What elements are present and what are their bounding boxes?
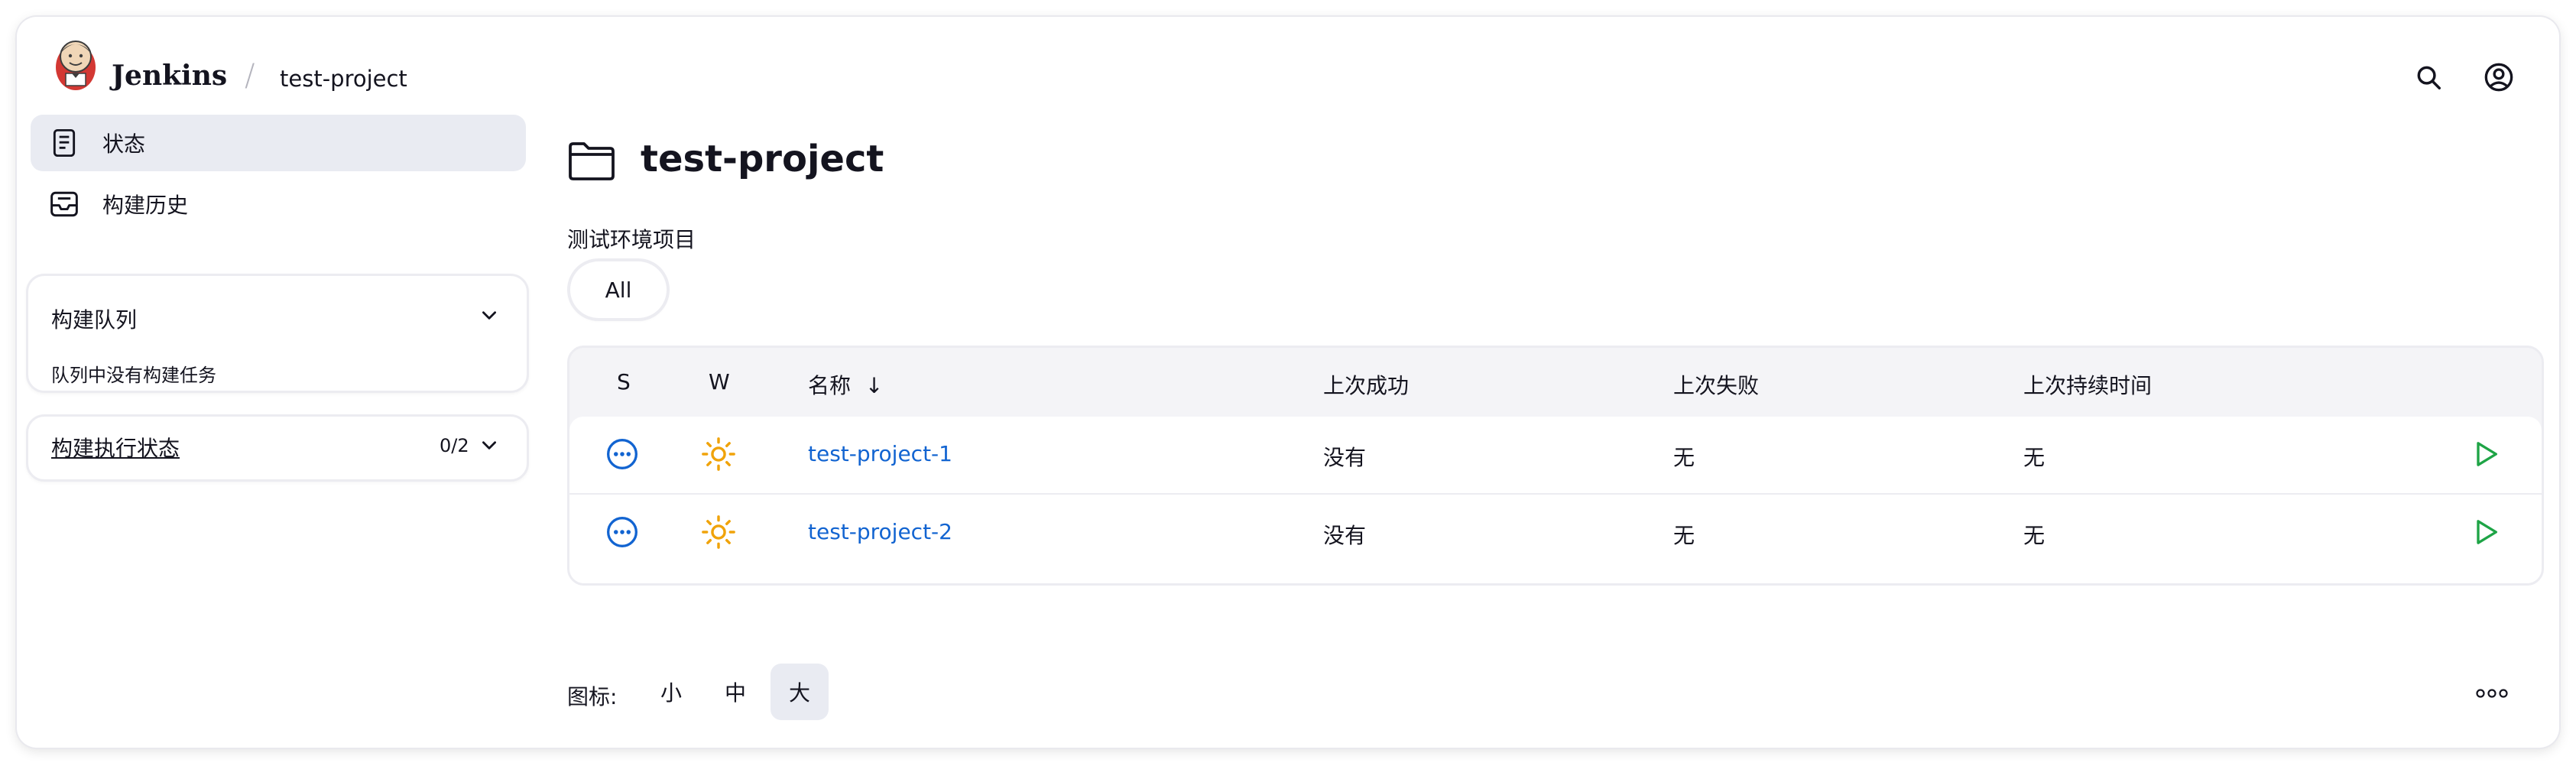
icon-size-large-button[interactable]: 大 <box>771 664 829 720</box>
table-row: test-project-1 没有 无 无 <box>569 417 2542 493</box>
play-icon <box>2477 442 2497 466</box>
build-queue-toggle[interactable] <box>476 302 502 328</box>
last-duration: 无 <box>2023 445 2046 470</box>
executors-title-link[interactable]: 构建执行状态 <box>51 432 180 463</box>
icon-size-label: 图标: <box>567 684 618 709</box>
tab-all[interactable]: All <box>570 261 667 318</box>
build-queue-title: 构建队列 <box>51 307 138 333</box>
last-success: 没有 <box>1323 445 1367 470</box>
last-failure: 无 <box>1673 523 1695 548</box>
not-built-icon[interactable] <box>603 513 641 551</box>
jenkins-window: Jenkins / test-project 状态 构建历史 构建队列 队列中没… <box>17 17 2559 748</box>
search-button[interactable] <box>2409 58 2448 96</box>
build-now-button[interactable] <box>2467 435 2505 473</box>
last-success: 没有 <box>1323 523 1367 548</box>
jenkins-logo-icon[interactable] <box>49 34 102 92</box>
breadcrumb-project[interactable]: test-project <box>280 66 407 92</box>
not-built-icon[interactable] <box>603 435 641 473</box>
executors-count: 0/2 <box>440 435 469 456</box>
executors-toggle[interactable] <box>476 432 502 458</box>
job-link[interactable]: test-project-1 <box>808 441 952 466</box>
user-circle-icon <box>2484 63 2513 92</box>
search-icon <box>2417 66 2441 89</box>
brand-name[interactable]: Jenkins <box>112 60 227 92</box>
build-queue-card: 构建队列 队列中没有构建任务 <box>26 274 529 393</box>
build-queue-empty-text: 队列中没有构建任务 <box>51 365 216 386</box>
table-row: test-project-2 没有 无 无 <box>569 493 2542 571</box>
table-header: S W 名称 ↓ 上次成功 上次失败 上次持续时间 <box>569 348 2542 417</box>
sunny-icon[interactable] <box>699 513 738 551</box>
folder-icon <box>567 139 616 185</box>
column-last-success[interactable]: 上次成功 <box>1323 369 1409 400</box>
icon-size-medium-button[interactable]: 中 <box>706 664 764 720</box>
breadcrumb-separator: / <box>245 58 255 93</box>
page-title: test-project <box>641 138 884 180</box>
more-dots-icon <box>2476 689 2508 698</box>
column-name-label: 名称 <box>808 373 852 398</box>
user-account-button[interactable] <box>2480 58 2518 96</box>
chevron-down-icon <box>482 441 496 450</box>
chevron-down-icon <box>482 311 496 320</box>
job-link[interactable]: test-project-2 <box>808 519 952 544</box>
column-last-duration[interactable]: 上次持续时间 <box>2023 369 2152 400</box>
sort-arrow-icon: ↓ <box>865 373 884 398</box>
inbox-icon <box>47 187 81 221</box>
sidebar-item-status[interactable]: 状态 <box>31 115 526 171</box>
jobs-table: S W 名称 ↓ 上次成功 上次失败 上次持续时间 test-project-1… <box>567 346 2544 586</box>
column-last-failure[interactable]: 上次失败 <box>1673 369 1759 400</box>
icon-size-small-button[interactable]: 小 <box>642 664 700 720</box>
sidebar-item-build-history[interactable]: 构建历史 <box>31 176 526 232</box>
document-icon <box>47 126 81 160</box>
sidebar-item-label: 构建历史 <box>102 193 189 218</box>
column-status[interactable]: S <box>617 369 631 394</box>
project-description: 测试环境项目 <box>567 227 696 252</box>
sunny-icon[interactable] <box>699 435 738 473</box>
last-failure: 无 <box>1673 445 1695 470</box>
table-body: test-project-1 没有 无 无 test-project-2 没有 … <box>569 417 2542 583</box>
play-icon <box>2477 520 2497 544</box>
executors-card: 构建执行状态 0/2 <box>26 414 529 482</box>
more-options-button[interactable] <box>2469 674 2515 712</box>
top-header: Jenkins / test-project <box>17 17 2559 109</box>
last-duration: 无 <box>2023 523 2046 548</box>
sidebar-item-label: 状态 <box>102 131 146 157</box>
column-weather[interactable]: W <box>709 369 730 394</box>
build-now-button[interactable] <box>2467 513 2505 551</box>
column-name[interactable]: 名称 ↓ <box>808 369 883 400</box>
